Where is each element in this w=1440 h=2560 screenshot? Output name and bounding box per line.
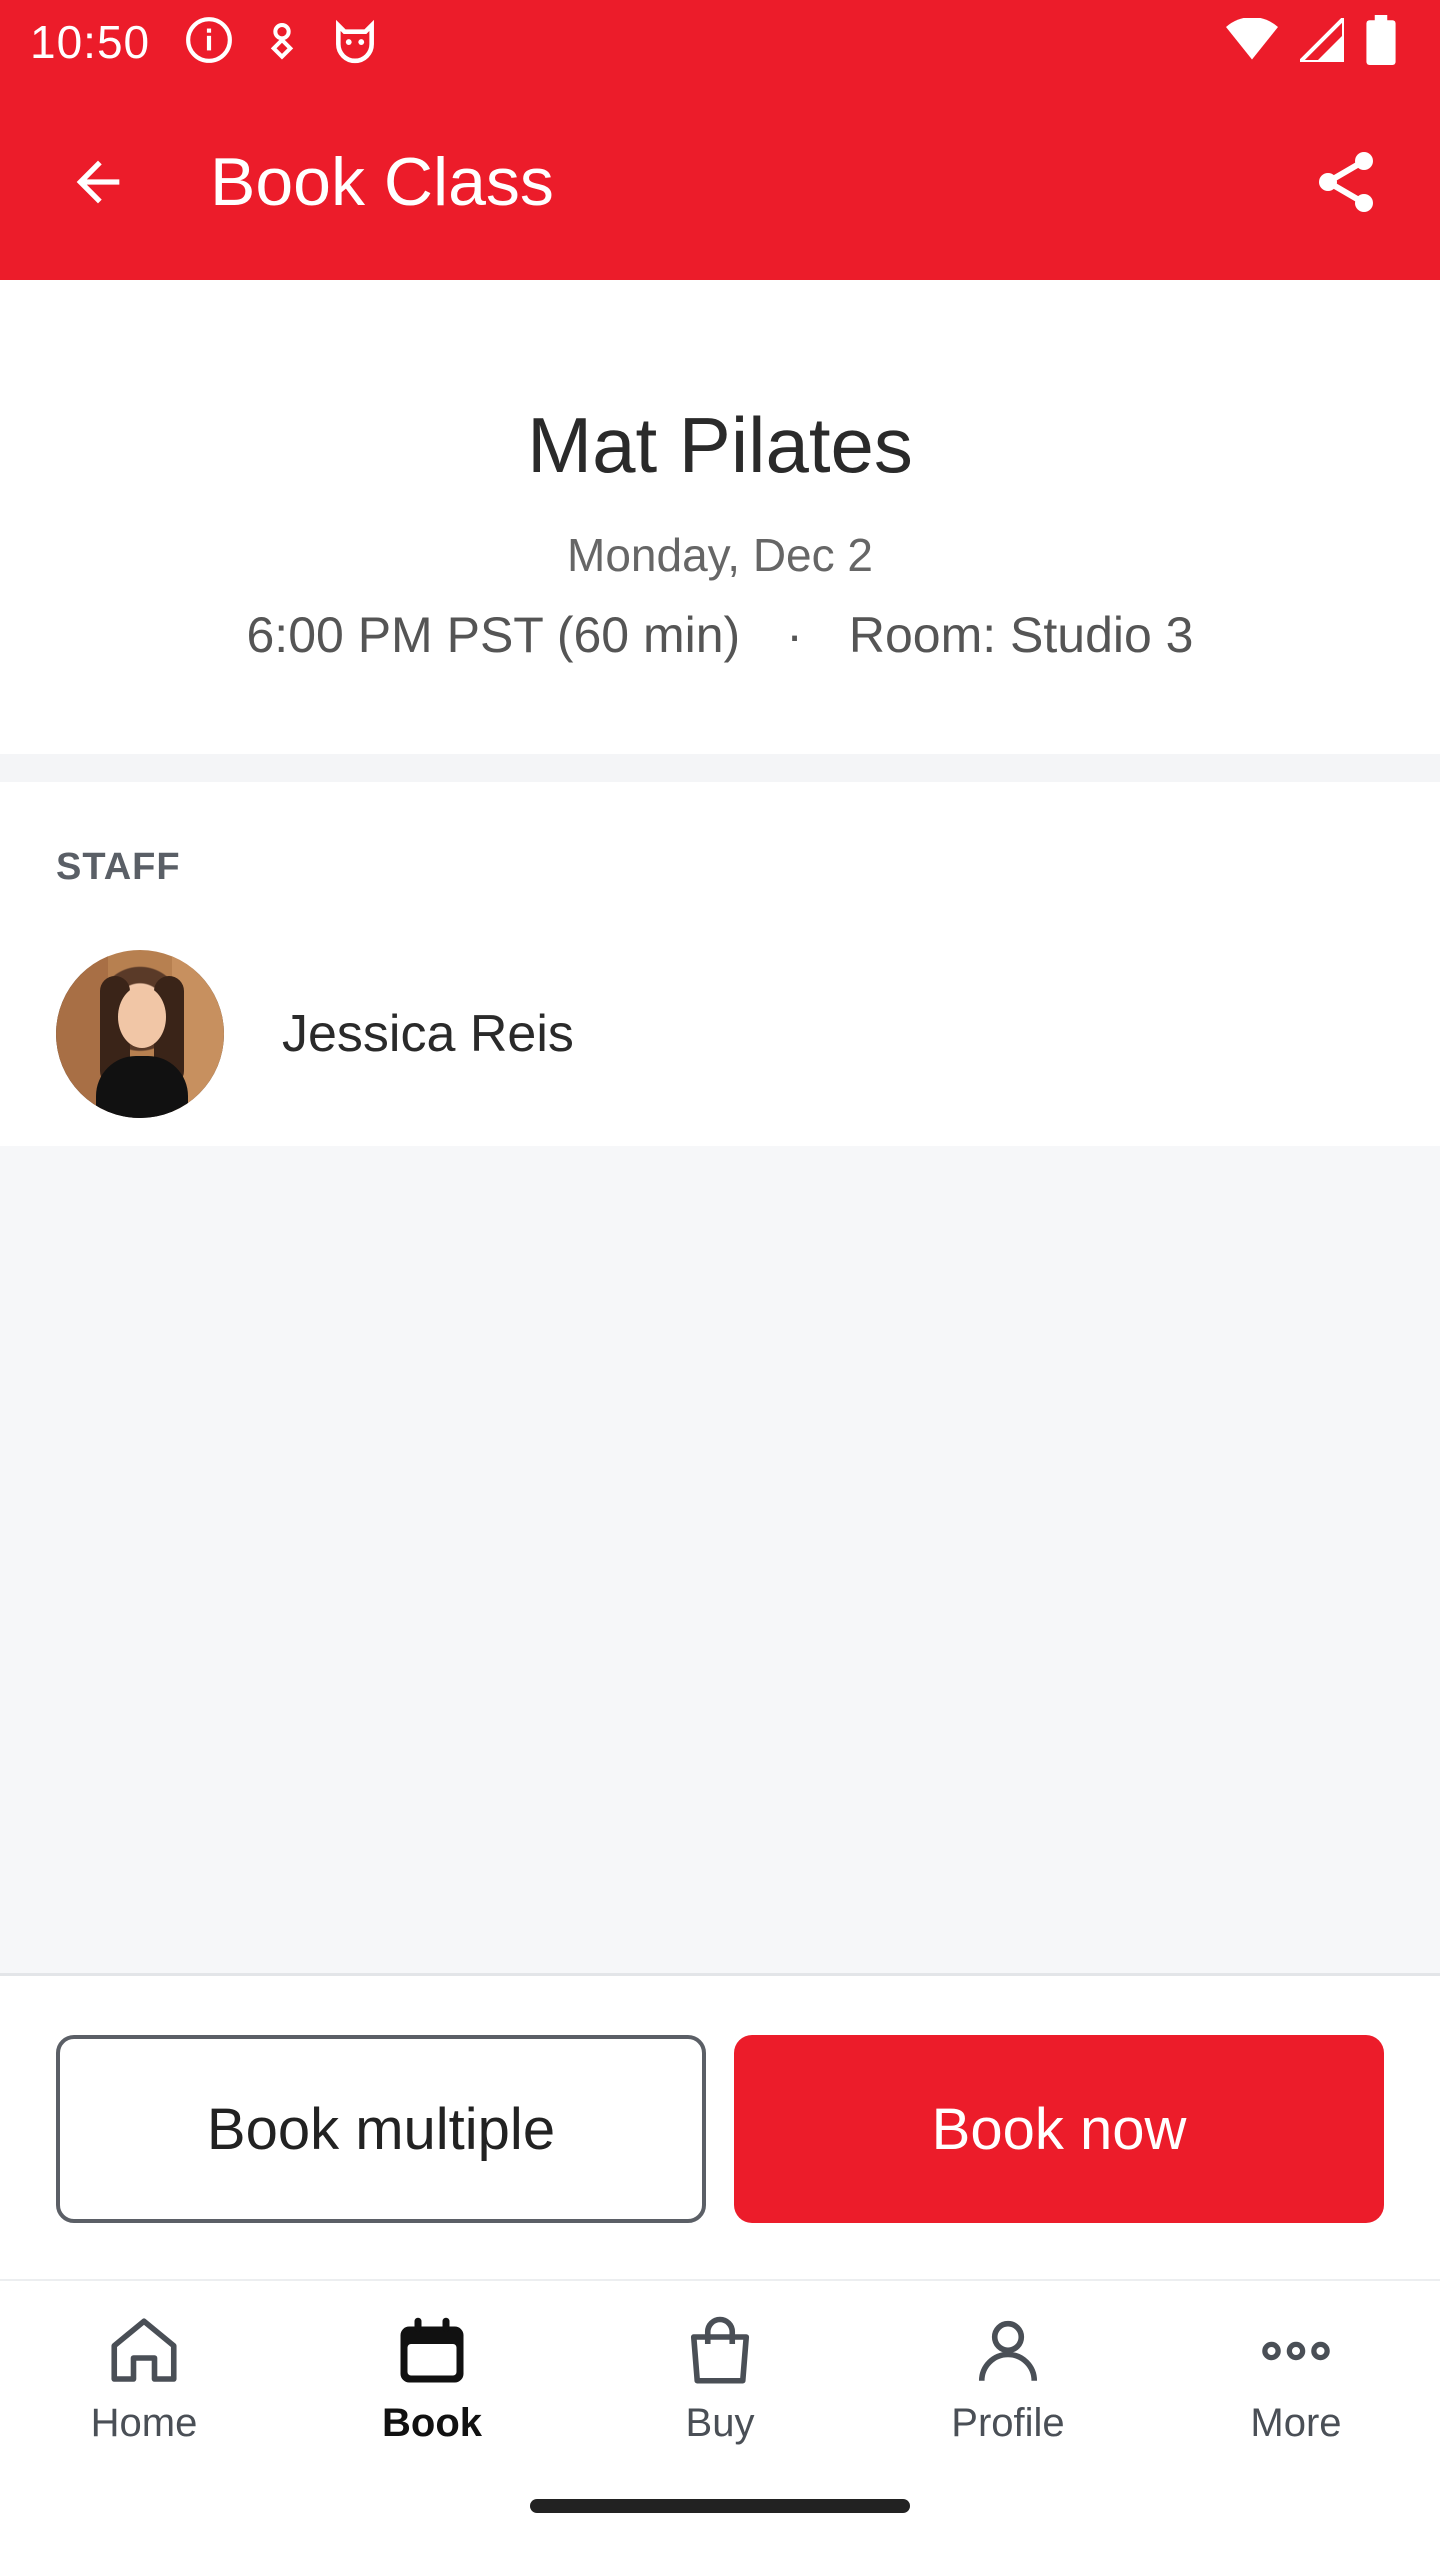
class-time-row: 6:00 PM PST (60 min) · Room: Studio 3 [0,606,1440,664]
nav-home-label: Home [90,2401,198,2445]
nav-home[interactable]: Home [0,2281,288,2469]
booking-actions: Book multiple Book now [0,1979,1440,2279]
nav-buy[interactable]: Buy [576,2281,864,2469]
calendar-icon [400,2317,464,2383]
staff-heading: STAFF [56,846,181,888]
bottom-nav: Home Book Buy Profile More [0,2279,1440,2469]
more-icon [1262,2341,1330,2361]
nav-profile[interactable]: Profile [864,2281,1152,2469]
class-room: Room: Studio 3 [848,607,1194,663]
battery-icon [1366,14,1396,70]
nav-profile-label: Profile [951,2401,1065,2445]
book-now-button[interactable]: Book now [734,2035,1384,2223]
status-icons-left [184,15,380,70]
gesture-area [0,2469,1440,2560]
content-empty-area [0,1146,1440,1976]
staff-row[interactable]: Jessica Reis [56,950,574,1118]
nav-book-label: Book [382,2401,482,2445]
section-divider [0,754,1440,782]
wifi-icon [1226,16,1278,67]
nav-buy-label: Buy [685,2401,755,2445]
class-info: Mat Pilates Monday, Dec 2 6:00 PM PST (6… [0,280,1440,754]
nav-more-label: More [1250,2401,1342,2445]
separator-dot: · [786,607,803,663]
status-bar: 10:50 [0,0,1440,84]
screen: 10:50 Book Class Mat Pilates Monday, Dec… [0,0,1440,2560]
nav-more[interactable]: More [1152,2281,1440,2469]
share-icon [1319,152,1373,212]
share-button[interactable] [1286,122,1406,242]
status-time: 10:50 [30,16,151,68]
shopping-bag-icon [690,2316,750,2384]
page-title: Book Class [210,144,554,220]
cellular-signal-icon [1295,12,1346,67]
location-icon [262,17,302,68]
class-time: 6:00 PM PST (60 min) [246,607,741,663]
cat-app-icon [330,15,380,70]
app-bar: Book Class [0,84,1440,280]
home-icon [111,2318,177,2382]
home-indicator[interactable] [530,2499,910,2513]
arrow-back-icon [76,160,120,204]
info-icon [184,15,234,70]
status-icons-right [1226,12,1396,70]
book-multiple-button[interactable]: Book multiple [56,2035,706,2223]
back-button[interactable] [38,122,158,242]
class-name: Mat Pilates [527,401,913,489]
nav-book[interactable]: Book [288,2281,576,2469]
staff-name: Jessica Reis [282,1005,574,1063]
class-date: Monday, Dec 2 [567,529,873,581]
avatar [56,950,224,1118]
person-icon [978,2320,1038,2381]
staff-section: STAFF Jessica Reis [0,782,1440,1146]
